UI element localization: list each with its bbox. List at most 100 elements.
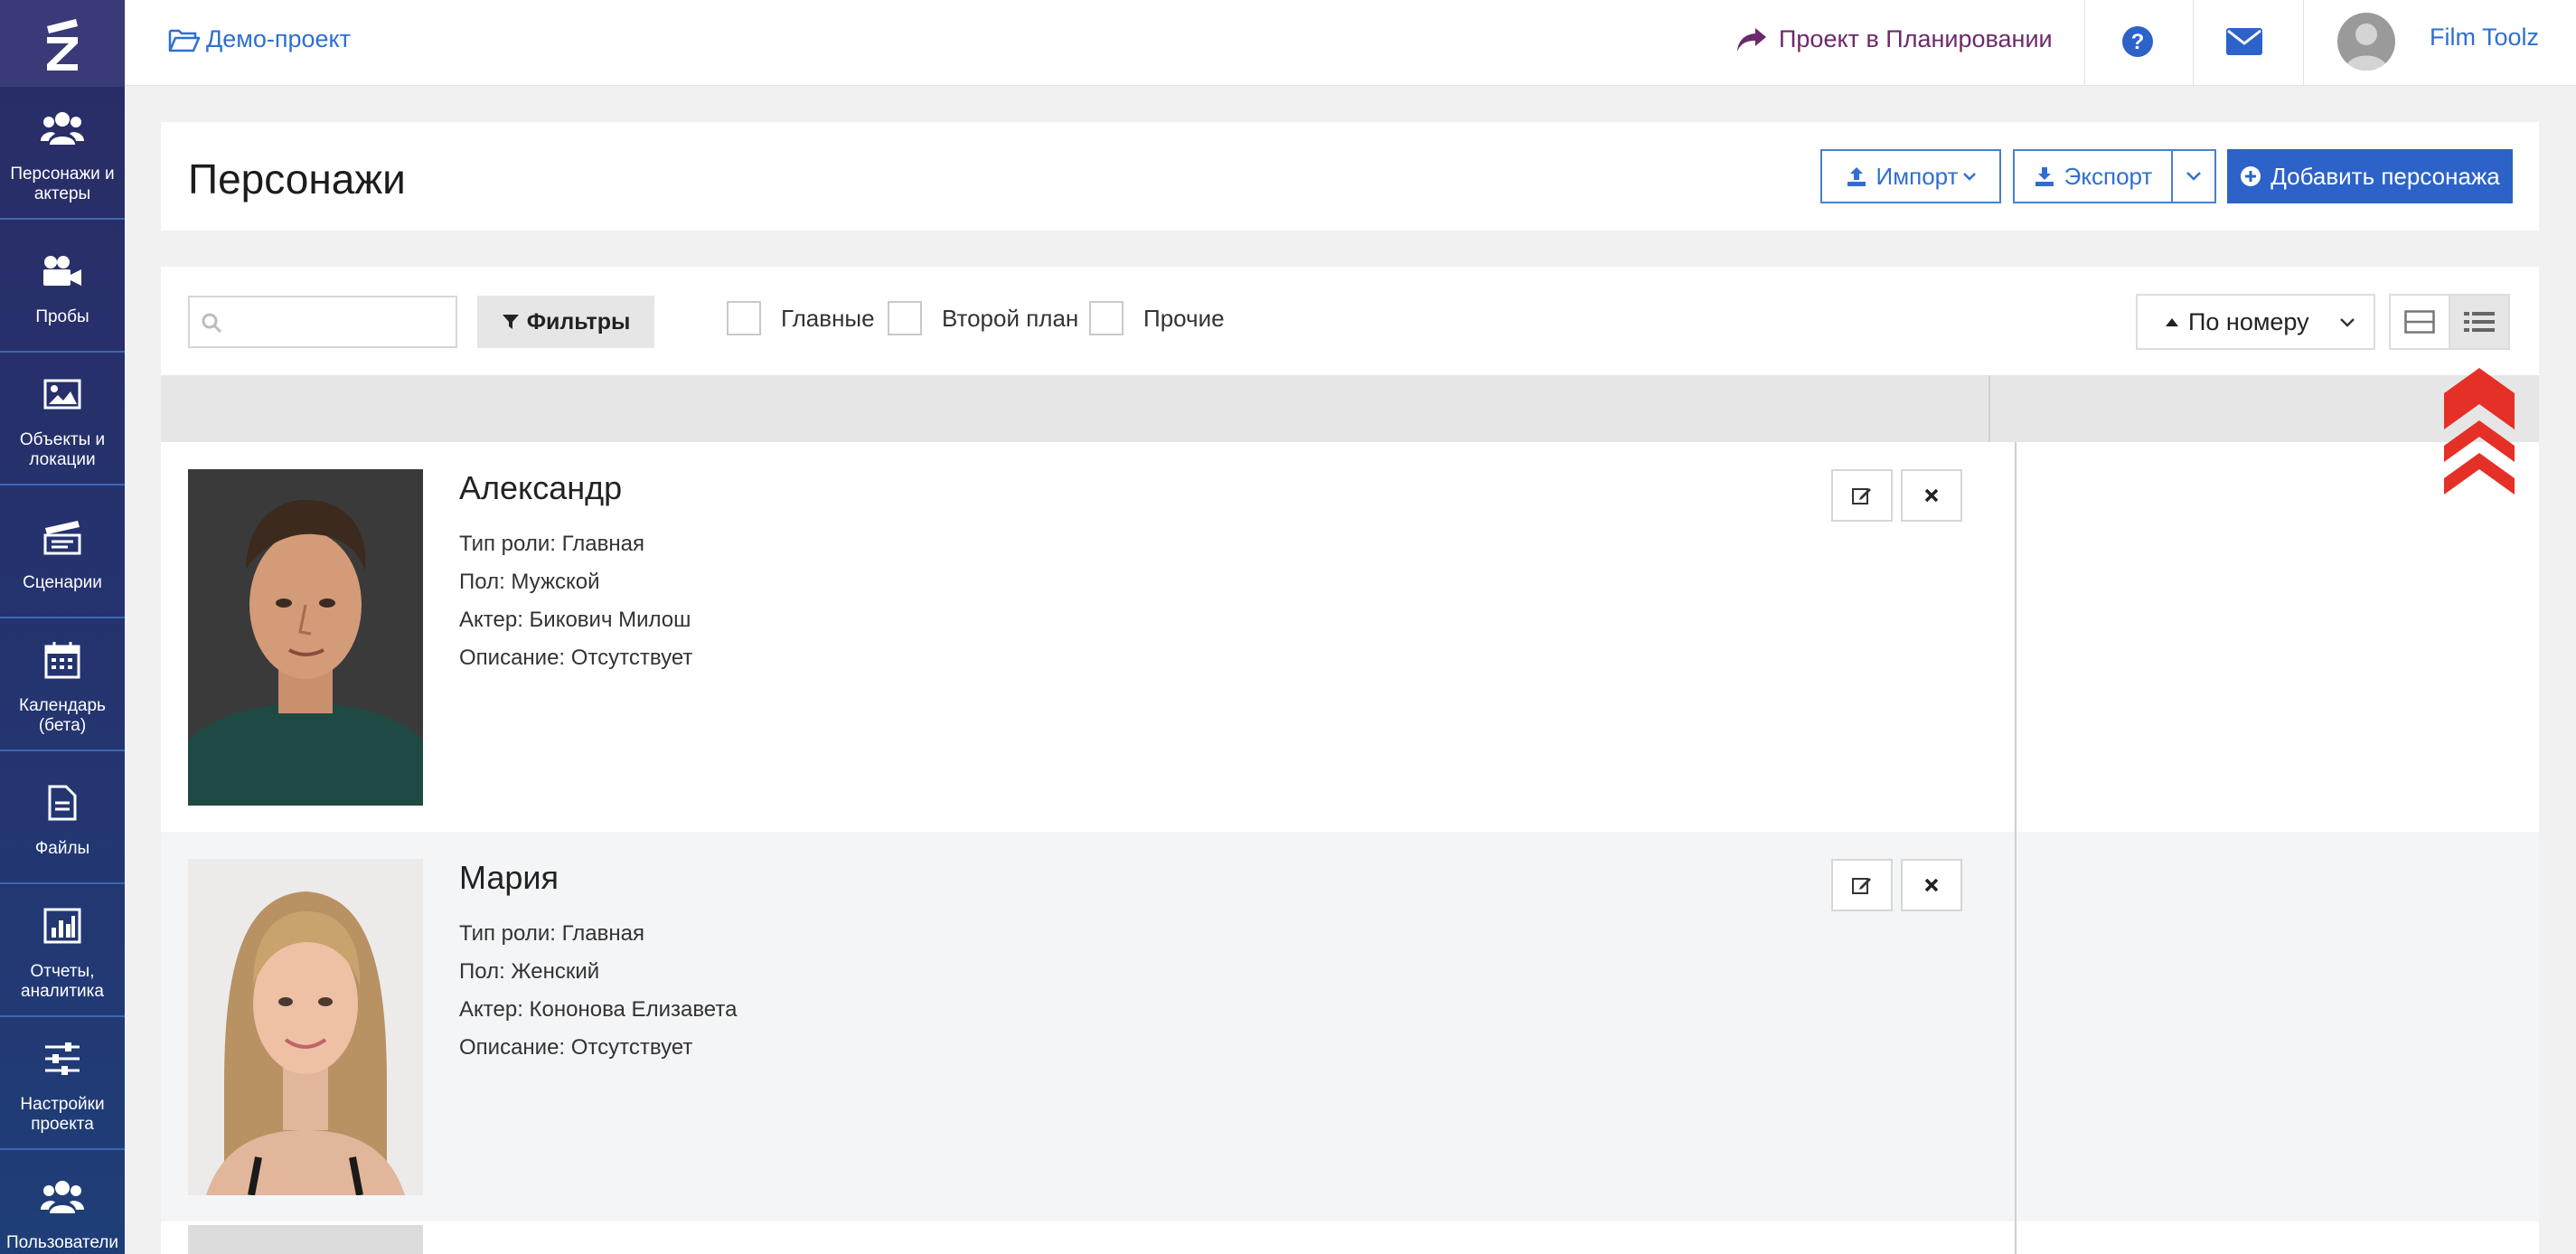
actor-portrait-image bbox=[188, 469, 423, 806]
character-name[interactable]: Мария bbox=[459, 859, 737, 897]
share-arrow-icon bbox=[1737, 27, 1766, 52]
checkbox[interactable] bbox=[1089, 301, 1123, 335]
sidebar-item-label: Пробы bbox=[35, 306, 89, 326]
sort-asc-icon bbox=[2166, 318, 2178, 326]
sidebar-item-settings[interactable]: Настройки проекта bbox=[0, 1017, 125, 1150]
edit-button[interactable] bbox=[1831, 469, 1893, 522]
export-button[interactable]: Экспорт bbox=[2013, 149, 2173, 203]
character-actor: Актер: Кононова Елизавета bbox=[459, 997, 738, 1022]
sidebar-item-users[interactable]: Пользователи и bbox=[0, 1150, 125, 1254]
sidebar-item-reports[interactable]: Отчеты, аналитика bbox=[0, 884, 125, 1017]
chevron-down-icon bbox=[1963, 173, 1977, 181]
character-description: Описание: Отсутствует bbox=[459, 646, 693, 670]
close-icon bbox=[1924, 488, 1939, 503]
import-button[interactable]: Импорт bbox=[1820, 149, 2001, 203]
divider bbox=[2084, 0, 2085, 85]
card-view-button[interactable] bbox=[2389, 294, 2450, 350]
delete-button[interactable] bbox=[1901, 469, 1962, 522]
search-box bbox=[188, 296, 457, 348]
download-icon bbox=[2035, 167, 2054, 186]
sidebar-item-scripts[interactable]: Сценарии bbox=[0, 486, 125, 618]
sort-select[interactable]: По номеру bbox=[2136, 294, 2375, 350]
sidebar-item-label: Персонажи и актеры bbox=[10, 164, 115, 203]
topbar: Демо-проект Проект в Планировании ? Film… bbox=[125, 0, 2576, 86]
users-icon bbox=[41, 111, 84, 145]
character-gender: Пол: Женский bbox=[459, 959, 600, 984]
export-label: Экспорт bbox=[2064, 162, 2153, 190]
edit-icon bbox=[1852, 878, 1871, 894]
add-character-button[interactable]: Добавить персонажа bbox=[2227, 149, 2513, 203]
list-view-icon bbox=[2464, 312, 2495, 332]
sidebar: Персонажи и актеры Пробы Объекты и локац… bbox=[0, 0, 125, 1254]
filter-main-checkbox[interactable]: Главные bbox=[727, 301, 875, 335]
table-header bbox=[161, 375, 2539, 444]
list-view-button[interactable] bbox=[2449, 294, 2510, 350]
search-icon bbox=[202, 313, 222, 334]
filter-bar: Фильтры Главные Второй план Прочие По но… bbox=[161, 267, 2539, 375]
svg-text:?: ? bbox=[2131, 30, 2145, 54]
messages-button[interactable] bbox=[2226, 28, 2262, 60]
project-link[interactable]: Демо-проект bbox=[168, 25, 351, 53]
chevron-down-icon bbox=[2340, 318, 2355, 327]
delete-button[interactable] bbox=[1901, 859, 1962, 911]
add-character-label: Добавить персонажа bbox=[2270, 162, 2500, 190]
double-chevron-up-icon bbox=[2444, 368, 2515, 495]
filter-secondary-checkbox[interactable]: Второй план bbox=[888, 301, 1078, 335]
search-input[interactable] bbox=[190, 297, 456, 346]
envelope-icon bbox=[2226, 28, 2262, 55]
folder-open-icon bbox=[168, 29, 201, 52]
sidebar-item-locations[interactable]: Объекты и локации bbox=[0, 353, 125, 486]
page-title: Персонажи bbox=[188, 156, 406, 203]
image-icon bbox=[43, 379, 81, 409]
card-view-icon bbox=[2404, 310, 2435, 334]
chevron-down-icon bbox=[2186, 172, 2201, 181]
checkbox[interactable] bbox=[888, 301, 922, 335]
question-circle-icon: ? bbox=[2122, 26, 2153, 57]
table-row[interactable] bbox=[161, 1221, 2539, 1254]
bar-chart-icon bbox=[43, 908, 81, 943]
table-row[interactable]: Александр Тип роли: Главная Пол: Мужской… bbox=[161, 442, 2539, 832]
calendar-icon bbox=[44, 641, 80, 678]
character-role-type: Тип роли: Главная bbox=[459, 921, 644, 946]
user-avatar-icon bbox=[2345, 24, 2388, 71]
sidebar-item-files[interactable]: Файлы bbox=[0, 751, 125, 884]
project-name: Демо-проект bbox=[206, 25, 352, 52]
character-photo bbox=[188, 859, 423, 1195]
user-name[interactable]: Film Toolz bbox=[2430, 24, 2539, 52]
app-logo[interactable] bbox=[0, 0, 125, 87]
import-label: Импорт bbox=[1876, 162, 1959, 190]
plus-circle-icon bbox=[2241, 166, 2261, 186]
sidebar-item-label: Отчеты, аналитика bbox=[21, 961, 104, 1001]
character-photo bbox=[188, 469, 423, 806]
sidebar-item-label: Объекты и локации bbox=[19, 429, 106, 469]
clapperboard-icon bbox=[43, 520, 81, 554]
sidebar-item-auditions[interactable]: Пробы bbox=[0, 220, 125, 353]
sidebar-item-label: Настройки проекта bbox=[20, 1094, 105, 1134]
filters-label: Фильтры bbox=[526, 308, 631, 335]
filters-button[interactable]: Фильтры bbox=[477, 296, 654, 348]
actor-portrait-image bbox=[188, 859, 423, 1195]
table-row[interactable]: Мария Тип роли: Главная Пол: Женский Акт… bbox=[161, 832, 2539, 1221]
sidebar-item-label: Файлы bbox=[34, 838, 90, 858]
help-button[interactable]: ? bbox=[2120, 24, 2155, 63]
edit-button[interactable] bbox=[1831, 859, 1893, 911]
sidebar-item-calendar[interactable]: Календарь (бета) bbox=[0, 618, 125, 751]
checkbox-label: Второй план bbox=[942, 304, 1079, 332]
character-name[interactable]: Александр bbox=[459, 469, 692, 507]
character-photo bbox=[188, 1225, 423, 1254]
project-status-link[interactable]: Проект в Планировании bbox=[1735, 25, 2053, 53]
file-icon bbox=[48, 785, 77, 820]
checkbox-label: Прочие bbox=[1143, 304, 1225, 332]
sidebar-item-label: Пользователи и bbox=[5, 1233, 118, 1254]
sidebar-item-label: Календарь (бета) bbox=[19, 695, 106, 735]
divider bbox=[2193, 0, 2194, 85]
video-camera-icon bbox=[43, 255, 81, 286]
sidebar-item-characters[interactable]: Персонажи и актеры bbox=[0, 87, 125, 220]
filmtoolz-logo-icon bbox=[47, 19, 78, 71]
checkbox[interactable] bbox=[727, 301, 761, 335]
character-info: Александр Тип роли: Главная Пол: Мужской… bbox=[459, 469, 692, 677]
scroll-to-top-button[interactable] bbox=[2444, 366, 2515, 514]
filter-other-checkbox[interactable]: Прочие bbox=[1089, 301, 1225, 335]
export-dropdown-button[interactable] bbox=[2171, 149, 2216, 203]
avatar[interactable] bbox=[2337, 13, 2395, 71]
